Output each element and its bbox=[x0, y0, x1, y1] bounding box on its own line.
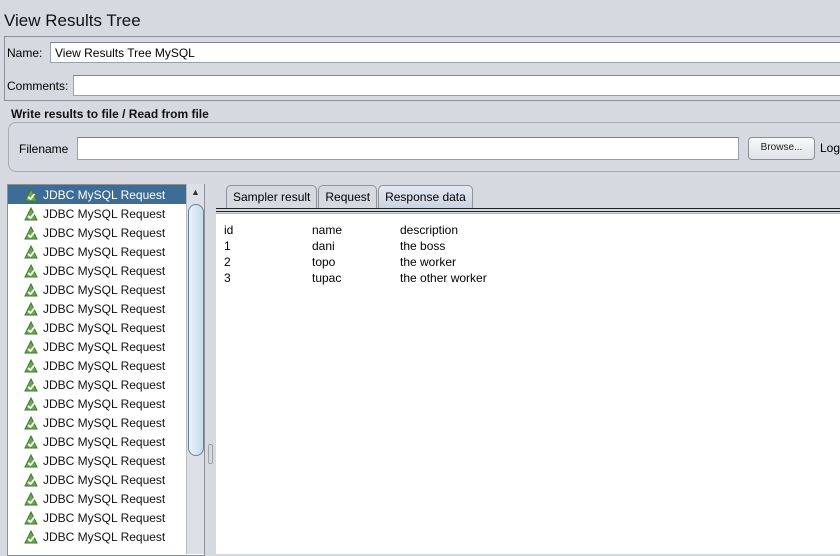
column-header-name: name bbox=[312, 223, 343, 237]
name-label: Name: bbox=[7, 46, 43, 60]
sampler-success-icon bbox=[24, 434, 38, 448]
cell-name: tupac bbox=[312, 271, 342, 285]
split-pane-divider[interactable] bbox=[205, 184, 215, 554]
sampler-success-icon bbox=[24, 510, 38, 524]
tree-item[interactable]: JDBC MySQL Request bbox=[8, 204, 204, 223]
cell-id: 1 bbox=[224, 239, 231, 253]
tree-item[interactable]: JDBC MySQL Request bbox=[8, 451, 204, 470]
tree-item[interactable]: JDBC MySQL Request bbox=[8, 261, 204, 280]
name-comments-box: Name: View Results Tree MySQL Comments: bbox=[4, 36, 840, 101]
tree-item-label: JDBC MySQL Request bbox=[43, 263, 166, 278]
tree-item[interactable]: JDBC MySQL Request bbox=[8, 223, 204, 242]
tree-item-label: JDBC MySQL Request bbox=[43, 510, 166, 525]
tree-item-label: JDBC MySQL Request bbox=[43, 244, 166, 259]
tree-item[interactable]: JDBC MySQL Request bbox=[8, 394, 204, 413]
tree-scrollbar[interactable]: ▲ bbox=[186, 184, 204, 554]
sampler-success-icon bbox=[24, 320, 38, 334]
cell-name: topo bbox=[312, 255, 336, 269]
splitter-grip-icon[interactable] bbox=[208, 444, 213, 464]
tree-item-label: JDBC MySQL Request bbox=[43, 472, 166, 487]
tree-item[interactable]: JDBC MySQL Request bbox=[8, 432, 204, 451]
sampler-success-icon bbox=[24, 358, 38, 372]
sampler-success-icon bbox=[24, 453, 38, 467]
sampler-success-icon bbox=[24, 472, 38, 486]
tree-item-label: JDBC MySQL Request bbox=[43, 453, 166, 468]
tree-item-label: JDBC MySQL Request bbox=[43, 491, 166, 506]
tree-item[interactable]: JDBC MySQL Request bbox=[8, 470, 204, 489]
tree-item[interactable]: JDBC MySQL Request bbox=[8, 242, 204, 261]
sampler-success-icon bbox=[24, 491, 38, 505]
tab-sampler-result[interactable]: Sampler result bbox=[226, 185, 318, 208]
comments-label: Comments: bbox=[7, 79, 69, 93]
filename-label: Filename bbox=[19, 142, 69, 156]
cell-name: dani bbox=[312, 239, 335, 253]
tree-item-label: JDBC MySQL Request bbox=[43, 434, 166, 449]
response-row: 2 topo the worker bbox=[224, 254, 487, 270]
tree-item-label: JDBC MySQL Request bbox=[43, 529, 166, 544]
name-input[interactable]: View Results Tree MySQL bbox=[50, 42, 840, 63]
response-row: 3 tupac the other worker bbox=[224, 270, 487, 286]
browse-button[interactable]: Browse... bbox=[748, 137, 815, 160]
tree-item[interactable]: JDBC MySQL Request bbox=[8, 299, 204, 318]
results-tree[interactable]: JDBC MySQL Request JDBC MySQL Request JDBC… bbox=[7, 184, 205, 556]
tree-item[interactable]: JDBC MySQL Request bbox=[8, 508, 204, 527]
file-section-title: Write results to file / Read from file bbox=[11, 107, 209, 121]
tree-item-label: JDBC MySQL Request bbox=[43, 339, 166, 354]
response-data-panel[interactable]: id name description 1 dani the boss 2 to… bbox=[216, 213, 840, 554]
sampler-success-icon bbox=[24, 377, 38, 391]
column-header-id: id bbox=[224, 223, 234, 237]
tree-item[interactable]: JDBC MySQL Request bbox=[8, 413, 204, 432]
tree-item[interactable]: JDBC MySQL Request bbox=[8, 318, 204, 337]
tree-item-label: JDBC MySQL Request bbox=[43, 282, 166, 297]
sampler-success-icon bbox=[24, 415, 38, 429]
tree-item[interactable]: JDBC MySQL Request bbox=[8, 185, 204, 204]
tab-response-data[interactable]: Response data bbox=[378, 185, 473, 208]
sampler-success-icon bbox=[24, 263, 38, 277]
cell-id: 2 bbox=[224, 255, 231, 269]
tree-item-label: JDBC MySQL Request bbox=[43, 396, 166, 411]
tree-item-label: JDBC MySQL Request bbox=[43, 187, 166, 202]
tree-item-label: JDBC MySQL Request bbox=[43, 320, 166, 335]
comments-input[interactable] bbox=[73, 75, 840, 96]
response-row: 1 dani the boss bbox=[224, 238, 487, 254]
sampler-success-icon bbox=[24, 529, 38, 543]
column-header-description: description bbox=[400, 223, 459, 237]
tree-item-label: JDBC MySQL Request bbox=[43, 415, 166, 430]
sampler-success-icon bbox=[24, 244, 38, 258]
tree-item-label: JDBC MySQL Request bbox=[43, 225, 166, 240]
tab-request[interactable]: Request bbox=[318, 185, 378, 208]
tree-item-label: JDBC MySQL Request bbox=[43, 358, 166, 373]
tree-item[interactable]: JDBC MySQL Request bbox=[8, 337, 204, 356]
tree-item[interactable]: JDBC MySQL Request bbox=[8, 527, 204, 546]
cell-description: the boss bbox=[400, 239, 446, 253]
log-label: Log bbox=[820, 141, 840, 155]
scroll-up-arrow-icon[interactable]: ▲ bbox=[187, 184, 204, 200]
tree-item[interactable]: JDBC MySQL Request bbox=[8, 356, 204, 375]
response-table: id name description 1 dani the boss 2 to… bbox=[224, 222, 487, 286]
tab-divider bbox=[216, 208, 840, 212]
sampler-success-icon bbox=[24, 339, 38, 353]
tree-item-label: JDBC MySQL Request bbox=[43, 377, 166, 392]
tree-item[interactable]: JDBC MySQL Request bbox=[8, 375, 204, 394]
cell-description: the worker bbox=[400, 255, 457, 269]
filename-input[interactable] bbox=[77, 137, 739, 160]
sampler-success-icon bbox=[24, 187, 38, 201]
sampler-success-icon bbox=[24, 206, 38, 220]
cell-id: 3 bbox=[224, 271, 231, 285]
file-section-box: Filename bbox=[8, 122, 840, 172]
scroll-thumb[interactable] bbox=[188, 204, 204, 456]
sampler-success-icon bbox=[24, 301, 38, 315]
tree-item-label: JDBC MySQL Request bbox=[43, 301, 166, 316]
result-tabs: Sampler result Request Response data bbox=[226, 185, 474, 209]
tree-item[interactable]: JDBC MySQL Request bbox=[8, 280, 204, 299]
response-header-row: id name description bbox=[224, 222, 487, 238]
cell-description: the other worker bbox=[400, 271, 487, 285]
sampler-success-icon bbox=[24, 225, 38, 239]
tree-item-label: JDBC MySQL Request bbox=[43, 206, 166, 221]
tree-item[interactable]: JDBC MySQL Request bbox=[8, 489, 204, 508]
sampler-success-icon bbox=[24, 396, 38, 410]
panel-title: View Results Tree bbox=[4, 11, 141, 30]
sampler-success-icon bbox=[24, 282, 38, 296]
